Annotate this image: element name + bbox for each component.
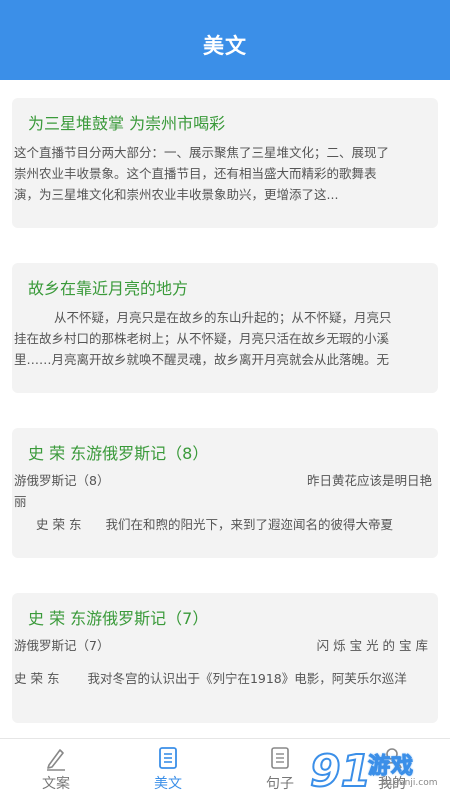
article-list[interactable]: 为三星堆鼓掌 为崇州市喝彩 这个直播节目分两大部分：一、展示聚焦了三星堆文化；二… xyxy=(0,80,450,738)
article-card[interactable]: 史 荣 东游俄罗斯记（8） 游俄罗斯记（8） 昨日黄花应该是明日艳 丽 史 荣 … xyxy=(12,428,438,558)
excerpt-line: 丽 xyxy=(14,494,27,509)
article-title[interactable]: 史 荣 东游俄罗斯记（8） xyxy=(28,440,428,464)
article-title[interactable]: 为三星堆鼓掌 为崇州市喝彩 xyxy=(28,110,428,134)
excerpt-text: 我对冬宫的认识出于《列宁在1918》电影，阿芙乐尔巡洋 xyxy=(87,671,407,686)
excerpt-line: 崇州农业丰收景象。这个直播节目，还有相当盛大而精彩的歌舞表 xyxy=(14,166,377,181)
watermark-logo-icon: 91 xyxy=(309,745,368,796)
article-excerpt: 从不怀疑，月亮只是在故乡的东山升起的；从不怀疑，月亮只 挂在故乡村口的那株老树上… xyxy=(14,307,432,370)
excerpt-text: 我们在和煦的阳光下，来到了遐迩闻名的彼得大帝夏 xyxy=(105,517,393,532)
excerpt-subtitle: 游俄罗斯记（7） xyxy=(14,638,110,653)
excerpt-author: 史 荣 东 xyxy=(36,517,82,532)
list-icon xyxy=(271,747,289,769)
excerpt-line: 演，为三星堆文化和崇州农业丰收景象助兴，更增添了这... xyxy=(14,187,339,202)
excerpt-line: 游俄罗斯记（7） 闪 烁 宝 光 的 宝 库 xyxy=(14,635,432,656)
article-excerpt: 游俄罗斯记（7） 闪 烁 宝 光 的 宝 库 史 荣 东 我对冬宫的认识出于《列宁… xyxy=(14,635,432,689)
excerpt-heading: 闪 烁 宝 光 的 宝 库 xyxy=(316,638,428,653)
excerpt-line: 这个直播节目分两大部分：一、展示聚焦了三星堆文化；二、展现了 xyxy=(14,145,390,160)
pen-icon xyxy=(47,749,65,771)
article-excerpt: 游俄罗斯记（8） 昨日黄花应该是明日艳 丽 史 荣 东 我们在和煦的阳光下，来到了… xyxy=(14,470,432,535)
tab-label: 文案 xyxy=(42,776,70,792)
article-card[interactable]: 史 荣 东游俄罗斯记（7） 游俄罗斯记（7） 闪 烁 宝 光 的 宝 库 史 荣… xyxy=(12,593,438,723)
excerpt-heading: 昨日黄花应该是明日艳 xyxy=(306,473,432,488)
tab-meiwen[interactable]: 美文 xyxy=(112,739,224,800)
article-title[interactable]: 史 荣 东游俄罗斯记（7） xyxy=(28,605,428,629)
document-icon xyxy=(159,747,177,769)
excerpt-line: 挂在故乡村口的那株老树上；从不怀疑，月亮只活在故乡无瑕的小溪 xyxy=(14,331,390,346)
article-title[interactable]: 故乡在靠近月亮的地方 xyxy=(28,275,428,299)
page-title: 美文 xyxy=(203,34,247,58)
app-header: 美文 xyxy=(0,0,450,80)
excerpt-line: 史 荣 东 我们在和煦的阳光下，来到了遐迩闻名的彼得大帝夏 xyxy=(14,514,432,535)
excerpt-author: 史 荣 东 xyxy=(14,671,60,686)
tab-wenan[interactable]: 文案 xyxy=(0,739,112,800)
article-card[interactable]: 为三星堆鼓掌 为崇州市喝彩 这个直播节目分两大部分：一、展示聚焦了三星堆文化；二… xyxy=(12,98,438,228)
excerpt-subtitle: 游俄罗斯记（8） xyxy=(14,473,110,488)
excerpt-line: 史 荣 东 我对冬宫的认识出于《列宁在1918》电影，阿芙乐尔巡洋 xyxy=(14,668,432,689)
tab-label: 美文 xyxy=(154,776,182,792)
article-excerpt: 这个直播节目分两大部分：一、展示聚焦了三星堆文化；二、展现了 崇州农业丰收景象。… xyxy=(14,142,432,205)
excerpt-line: 游俄罗斯记（8） 昨日黄花应该是明日艳 xyxy=(14,470,432,491)
watermark-url: 91danji.com xyxy=(382,778,438,788)
svg-text:91: 91 xyxy=(310,746,368,796)
site-watermark: 91 游戏 91danji.com xyxy=(308,738,448,798)
watermark-text: 游戏 xyxy=(367,754,415,780)
article-card[interactable]: 故乡在靠近月亮的地方 从不怀疑，月亮只是在故乡的东山升起的；从不怀疑，月亮只 挂… xyxy=(12,263,438,393)
excerpt-line: 里……月亮离开故乡就唤不醒灵魂，故乡离开月亮就会从此落魄。无 xyxy=(14,352,390,367)
excerpt-line: 从不怀疑，月亮只是在故乡的东山升起的；从不怀疑，月亮只 xyxy=(54,310,392,325)
